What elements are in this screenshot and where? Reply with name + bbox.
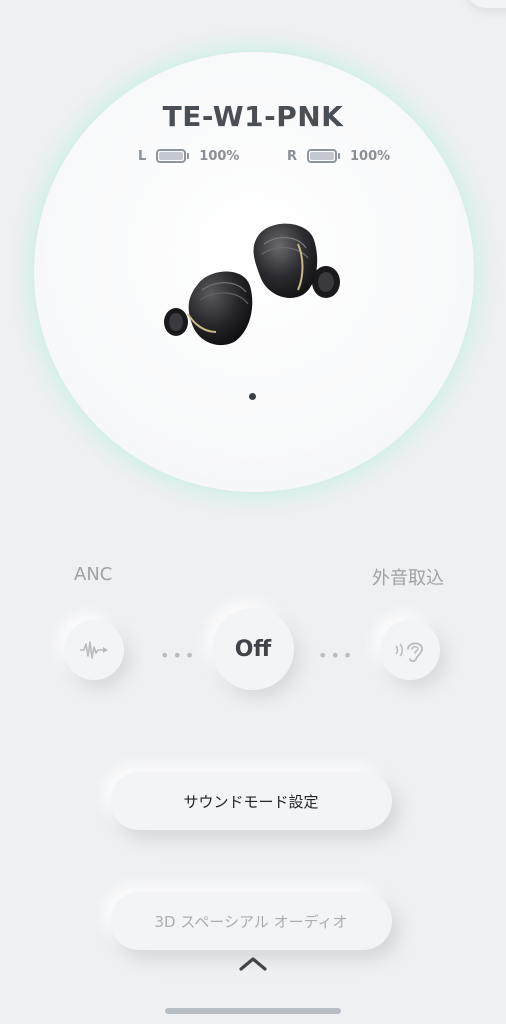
page-indicator-dot[interactable]	[249, 393, 256, 400]
left-battery-side: L	[138, 148, 147, 164]
ear-icon	[395, 642, 423, 663]
ambient-label: 外音取込	[372, 568, 444, 589]
separator-dots: •••	[318, 646, 356, 665]
chevron-up-icon[interactable]	[237, 955, 269, 973]
right-battery: R 100%	[287, 146, 390, 166]
right-battery-side: R	[287, 148, 298, 164]
earbuds-image	[164, 223, 340, 346]
left-battery: L 100%	[138, 146, 239, 166]
right-battery-percent: 100%	[350, 148, 391, 164]
anc-label: ANC	[74, 564, 113, 585]
separator-dots: •••	[160, 646, 198, 665]
anc-button[interactable]	[64, 620, 124, 680]
sound-mode-button[interactable]: サウンドモード設定	[110, 772, 392, 830]
device-name: TE-W1-PNK	[162, 100, 344, 133]
spatial-audio-button[interactable]: 3D スペーシアル オーディオ	[110, 892, 392, 950]
waveform-icon	[80, 641, 108, 659]
battery-icon	[307, 149, 341, 163]
off-label: Off	[234, 636, 272, 662]
battery-icon	[156, 149, 190, 163]
home-indicator	[165, 1008, 341, 1014]
off-button[interactable]: Off	[212, 608, 294, 690]
ambient-button[interactable]	[380, 620, 440, 680]
top-corner-button[interactable]	[466, 0, 506, 8]
left-battery-percent: 100%	[199, 148, 240, 164]
